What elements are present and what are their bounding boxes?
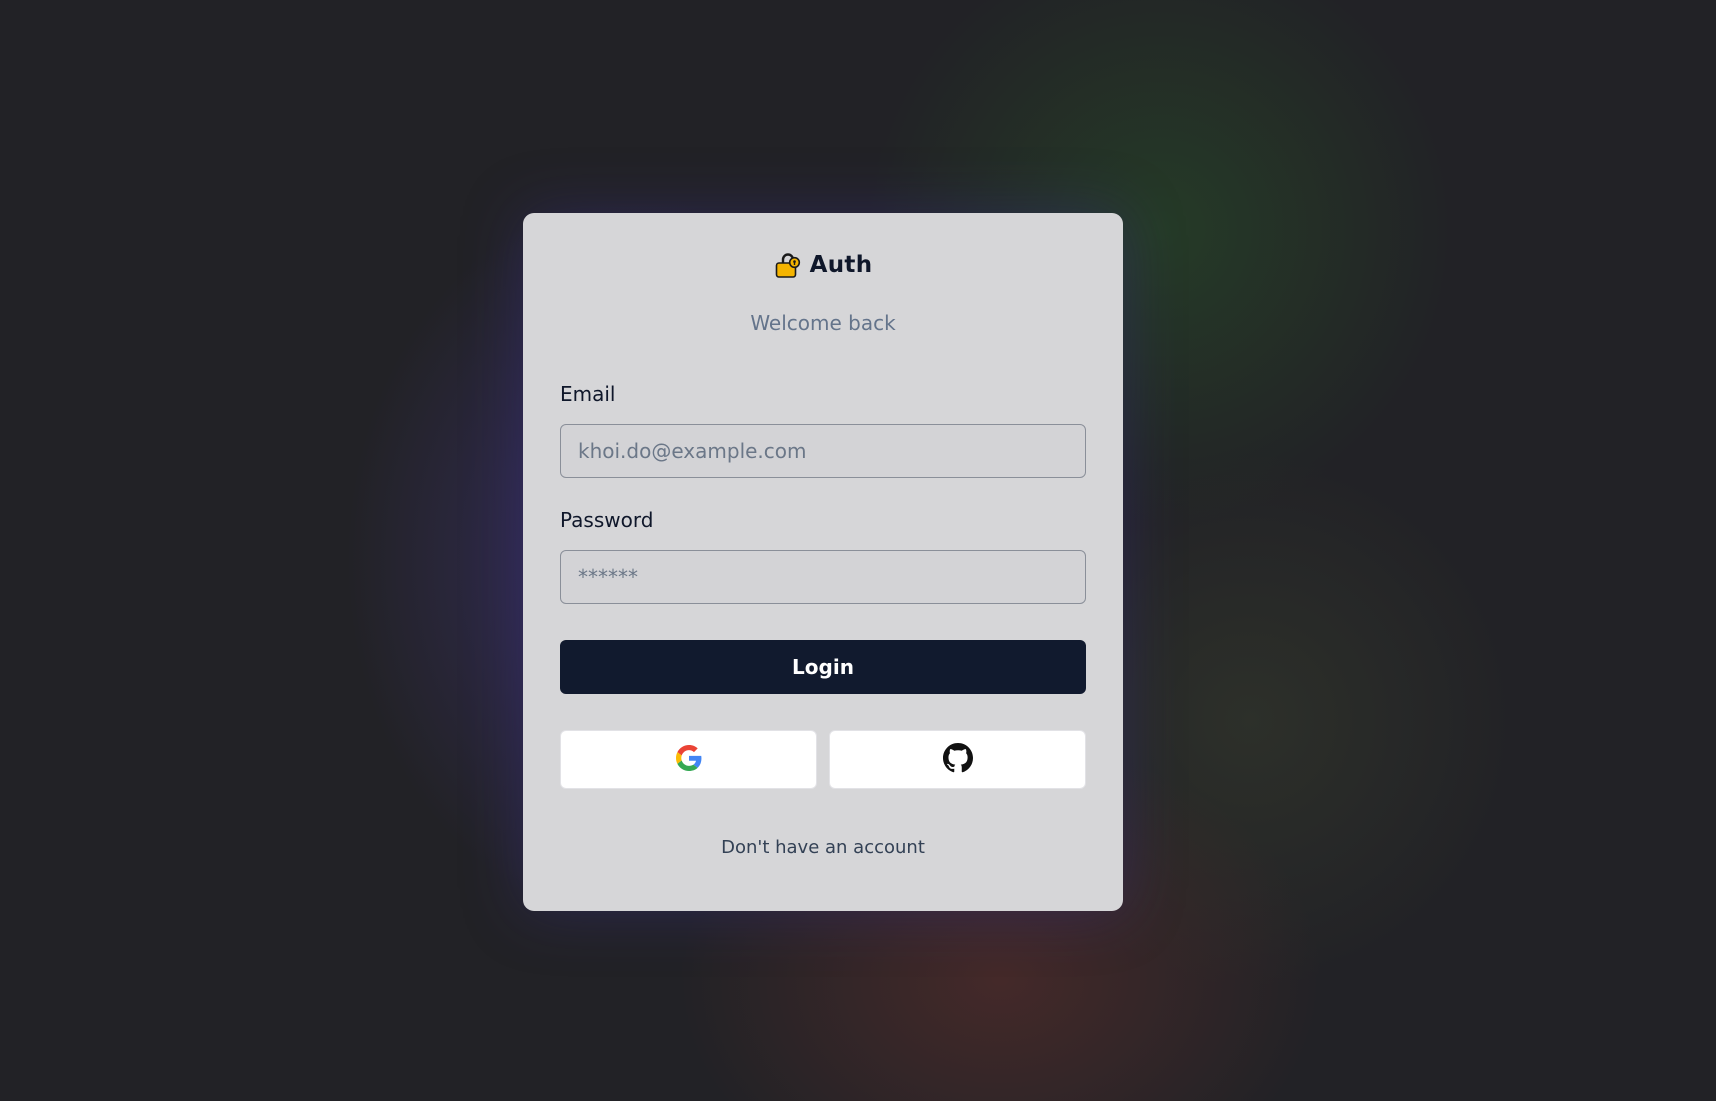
password-input[interactable] [560,550,1086,604]
login-button[interactable]: Login [560,640,1086,694]
app-title: Auth [809,252,873,278]
auth-page: Auth Welcome back Email Password Login [0,0,1716,1101]
github-icon [942,743,973,776]
github-login-button[interactable] [829,730,1086,789]
lock-icon [774,251,802,279]
login-card: Auth Welcome back Email Password Login [523,213,1123,911]
password-label: Password [560,508,654,532]
welcome-subtitle: Welcome back [750,311,896,335]
email-label: Email [560,382,616,406]
email-input[interactable] [560,424,1086,478]
brand: Auth [523,251,1123,279]
signup-link[interactable]: Don't have an account [523,837,1123,858]
google-icon [675,745,702,774]
google-login-button[interactable] [560,730,817,789]
